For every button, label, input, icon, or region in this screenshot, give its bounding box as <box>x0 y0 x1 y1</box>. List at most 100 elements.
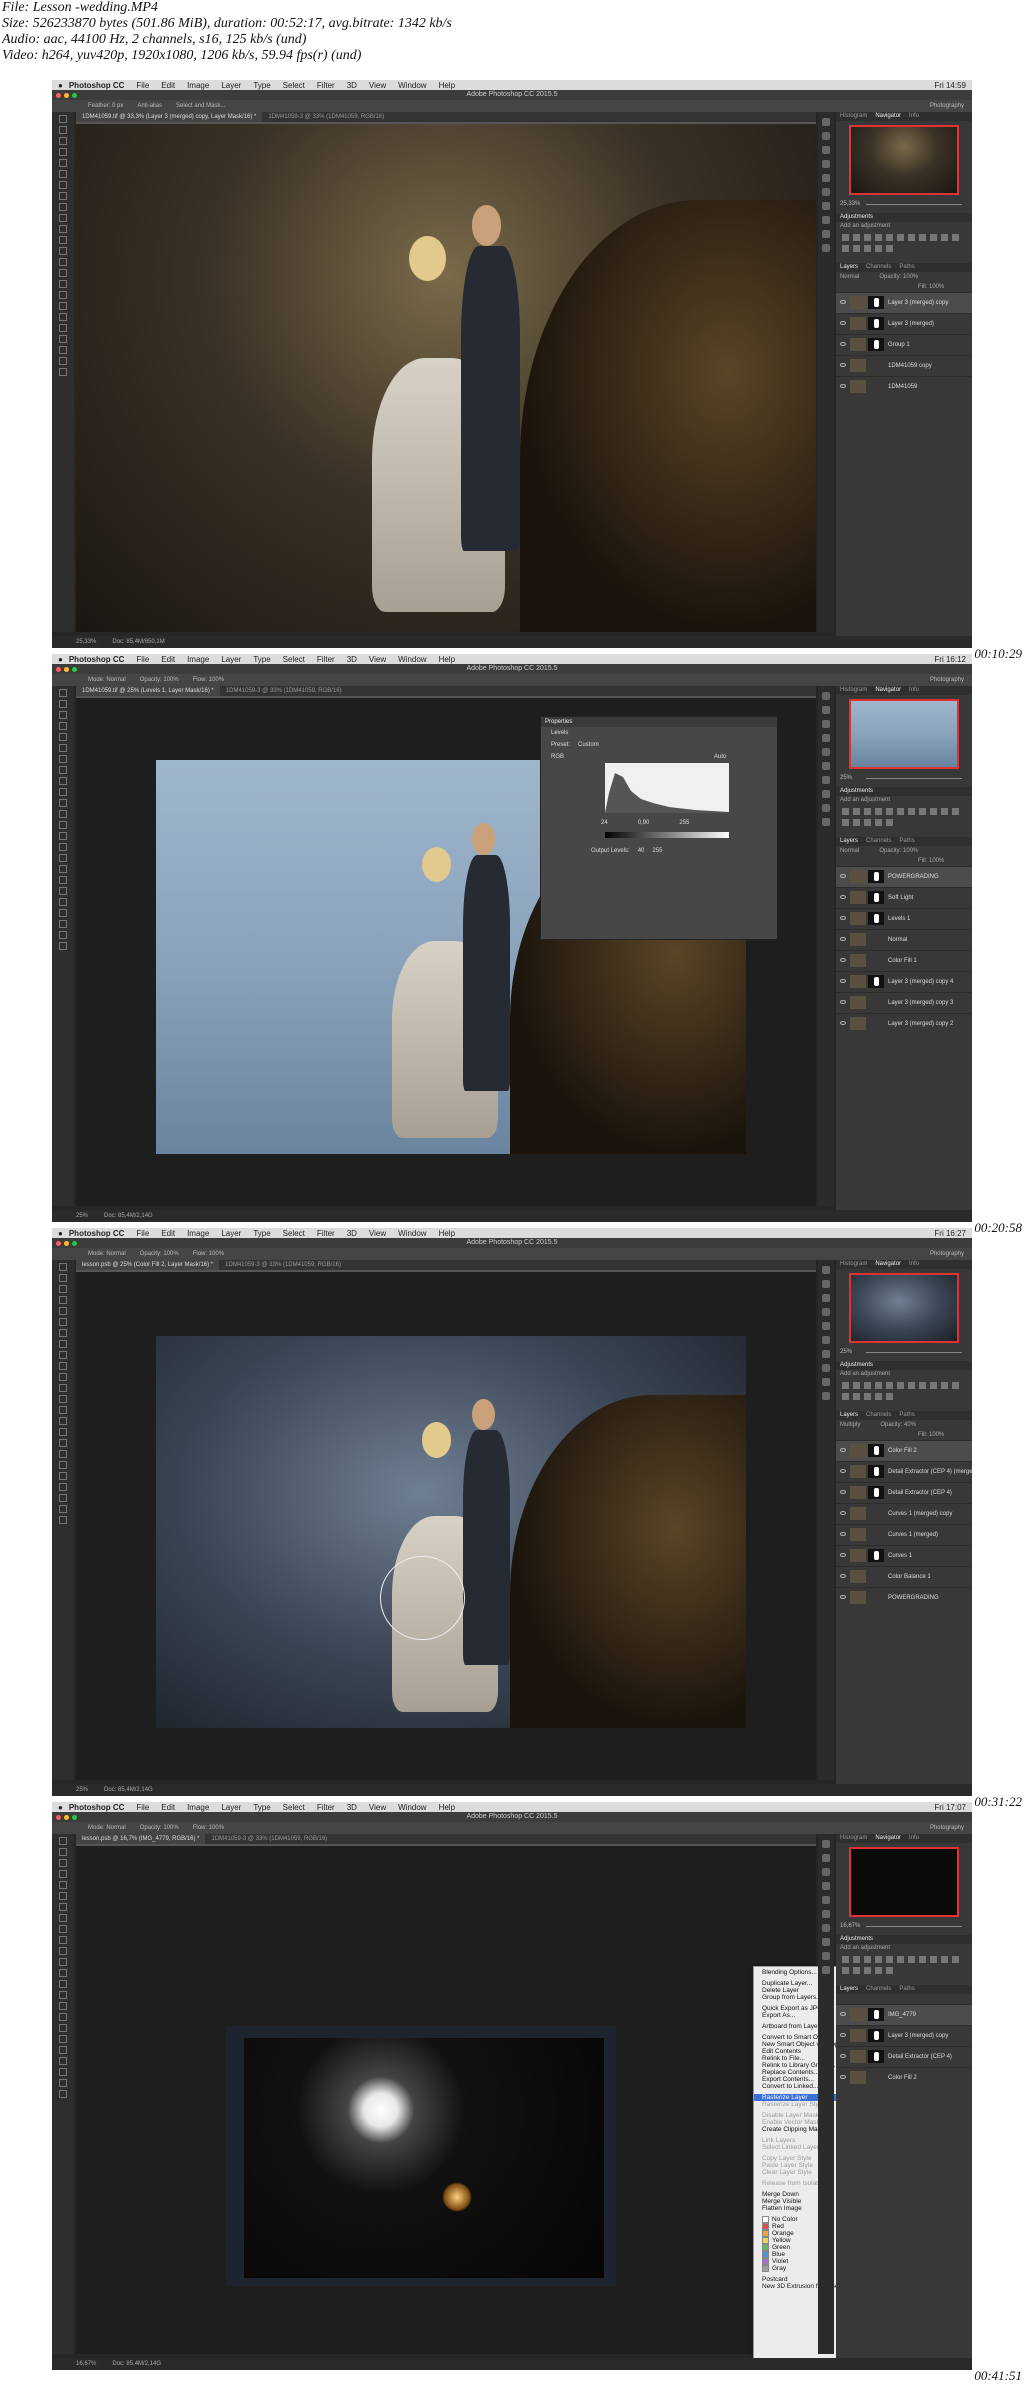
layer-row[interactable]: Layer 3 (merged) <box>836 313 972 334</box>
tool-icon[interactable] <box>59 291 67 299</box>
fill-field[interactable]: Fill: 100% <box>918 1432 944 1438</box>
layer-mask-thumbnail[interactable] <box>868 296 884 309</box>
layer-mask-thumbnail[interactable] <box>868 1486 884 1499</box>
tool-icon[interactable] <box>59 126 67 134</box>
layer-row[interactable]: Detail Extractor (CEP 4) <box>836 1482 972 1503</box>
tool-icon[interactable] <box>59 810 67 818</box>
panel-tab[interactable]: Layers <box>840 838 858 844</box>
tool-icon[interactable] <box>59 1472 67 1480</box>
minimize-button[interactable] <box>64 93 69 98</box>
adjustment-icon[interactable] <box>875 1382 882 1389</box>
tool-icon[interactable] <box>59 115 67 123</box>
adjustment-icon[interactable] <box>908 1382 915 1389</box>
menu-layer[interactable]: Layer <box>221 1229 241 1238</box>
adjustment-icon[interactable] <box>864 1967 871 1974</box>
layer-mask-thumbnail[interactable] <box>868 870 884 883</box>
visibility-eye-icon[interactable] <box>840 1553 846 1557</box>
visibility-eye-icon[interactable] <box>840 342 846 346</box>
tool-icon[interactable] <box>59 280 67 288</box>
panel-tab[interactable]: Paths <box>899 264 914 270</box>
panel-tab[interactable]: Channels <box>866 1412 891 1418</box>
adjustment-icon[interactable] <box>952 808 959 815</box>
zoom-button[interactable] <box>72 667 77 672</box>
document-tab[interactable]: 1DM41059-3 @ 33% (1DM41059, RGB/16) <box>205 1834 334 1844</box>
menu-view[interactable]: View <box>369 81 386 90</box>
layer-mask-thumbnail[interactable] <box>868 2050 884 2063</box>
menu-layer[interactable]: Layer <box>221 81 241 90</box>
visibility-eye-icon[interactable] <box>840 300 846 304</box>
document-tab[interactable]: lesson.psb @ 16,7% (IMG_4779, RGB/16) * <box>76 1834 206 1844</box>
menu-image[interactable]: Image <box>187 655 209 664</box>
tool-icon[interactable] <box>59 1263 67 1271</box>
adjustment-icon[interactable] <box>941 1956 948 1963</box>
tool-icon[interactable] <box>59 137 67 145</box>
tool-icon[interactable] <box>59 1307 67 1315</box>
navigator-zoom-value[interactable]: 25% <box>840 1349 852 1355</box>
menu-3d[interactable]: 3D <box>347 81 357 90</box>
adjustment-icon[interactable] <box>864 1393 871 1400</box>
adjustment-icon[interactable] <box>864 234 871 241</box>
visibility-eye-icon[interactable] <box>840 1532 846 1536</box>
tool-icon[interactable] <box>59 1914 67 1922</box>
tool-icon[interactable] <box>59 324 67 332</box>
tool-icon[interactable] <box>59 843 67 851</box>
menu-type[interactable]: Type <box>253 81 270 90</box>
panel-tab[interactable]: Paths <box>899 1412 914 1418</box>
layer-row[interactable]: Group 1 <box>836 334 972 355</box>
panel-icon[interactable] <box>822 118 830 126</box>
apple-menu-icon[interactable]: ● <box>58 1229 63 1238</box>
layer-row[interactable]: Detail Extractor (CEP 4) (merged) <box>836 1461 972 1482</box>
adjustment-icon[interactable] <box>853 1967 860 1974</box>
menu-help[interactable]: Help <box>439 1229 455 1238</box>
visibility-eye-icon[interactable] <box>840 2075 846 2079</box>
menu-photoshop-cc[interactable]: Photoshop CC <box>69 81 125 90</box>
adjustment-icon[interactable] <box>875 1393 882 1400</box>
output-level-field[interactable]: 255 <box>652 848 662 854</box>
adjustment-icon[interactable] <box>853 819 860 826</box>
tool-icon[interactable] <box>59 170 67 178</box>
tool-icon[interactable] <box>59 1870 67 1878</box>
visibility-eye-icon[interactable] <box>840 874 846 878</box>
adjustment-icon[interactable] <box>897 808 904 815</box>
menu-edit[interactable]: Edit <box>161 655 175 664</box>
adjustment-icon[interactable] <box>919 1382 926 1389</box>
adjustment-icon[interactable] <box>875 808 882 815</box>
tool-icon[interactable] <box>59 368 67 376</box>
adjustment-icon[interactable] <box>930 1956 937 1963</box>
panel-tab[interactable]: Info <box>909 687 919 693</box>
panel-icon[interactable] <box>822 146 830 154</box>
visibility-eye-icon[interactable] <box>840 916 846 920</box>
menu-layer[interactable]: Layer <box>221 1803 241 1812</box>
adjustment-icon[interactable] <box>875 1967 882 1974</box>
tool-icon[interactable] <box>59 2002 67 2010</box>
panel-icon[interactable] <box>822 720 830 728</box>
adjustment-icon[interactable] <box>864 808 871 815</box>
adjustment-icon[interactable] <box>853 1956 860 1963</box>
tool-icon[interactable] <box>59 2013 67 2021</box>
adjustment-icon[interactable] <box>886 819 893 826</box>
panel-icon[interactable] <box>822 1378 830 1386</box>
adjustment-icon[interactable] <box>886 234 893 241</box>
panel-icon[interactable] <box>822 1336 830 1344</box>
tool-icon[interactable] <box>59 854 67 862</box>
tool-icon[interactable] <box>59 269 67 277</box>
panel-tab[interactable]: Layers <box>840 1986 858 1992</box>
adjustment-icon[interactable] <box>842 808 849 815</box>
input-level-field[interactable]: 0,90 <box>638 820 650 826</box>
output-level-field[interactable]: 40 <box>638 848 645 854</box>
option-item[interactable]: Feather: 0 px <box>88 103 123 109</box>
layer-row[interactable]: Curves 1 <box>836 1545 972 1566</box>
tool-icon[interactable] <box>59 148 67 156</box>
panel-icon[interactable] <box>822 1392 830 1400</box>
menu-3d[interactable]: 3D <box>347 1229 357 1238</box>
panel-tab[interactable]: Histogram <box>840 687 867 693</box>
layer-mask-thumbnail[interactable] <box>868 2029 884 2042</box>
layer-mask-thumbnail[interactable] <box>868 317 884 330</box>
channel-select[interactable]: RGB <box>551 754 564 760</box>
tool-icon[interactable] <box>59 1881 67 1889</box>
adjustment-icon[interactable] <box>853 234 860 241</box>
document-tab[interactable]: 1DM41059.tif @ 33,3% (Layer 3 (merged) c… <box>76 112 263 122</box>
panel-icon[interactable] <box>822 1924 830 1932</box>
tool-icon[interactable] <box>59 1329 67 1337</box>
layer-mask-thumbnail[interactable] <box>868 1444 884 1457</box>
